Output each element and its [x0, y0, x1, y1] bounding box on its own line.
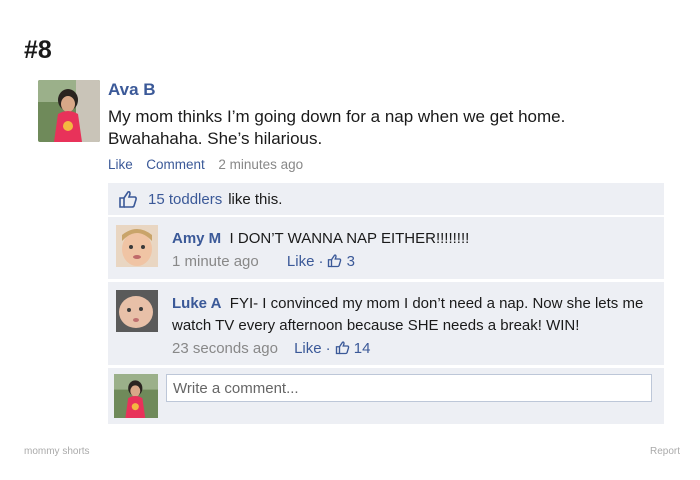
comment-timestamp[interactable]: 1 minute ago	[172, 253, 259, 270]
post-text: My mom thinks I’m going down for a nap w…	[108, 107, 566, 148]
post-author[interactable]: Ava B	[108, 80, 668, 100]
likes-count-link[interactable]: 15 toddlers	[148, 191, 222, 208]
post-timestamp[interactable]: 2 minutes ago	[218, 157, 303, 172]
comment-meta: 23 seconds ago Like · 14	[172, 340, 371, 357]
write-comment-row	[108, 368, 664, 424]
thumbs-up-icon	[118, 189, 138, 209]
avatar[interactable]	[116, 225, 158, 267]
comment-item: Luke A FYI- I convinced my mom I don’t n…	[108, 282, 664, 365]
comment-text: FYI- I convinced my mom I don’t need a n…	[172, 295, 644, 334]
likes-summary: 15 toddlers like this.	[108, 183, 664, 215]
thumbs-up-icon	[327, 253, 342, 270]
comment-text: I DON’T WANNA NAP EITHER!!!!!!!!	[229, 230, 470, 247]
footer-watermark: mommy shorts	[24, 446, 90, 457]
comment-like-link[interactable]: Like	[294, 340, 322, 357]
comment-author[interactable]: Amy M	[172, 230, 221, 247]
post-like-link[interactable]: Like	[108, 157, 133, 172]
comment-item: Amy M I DON’T WANNA NAP EITHER!!!!!!!! 1…	[108, 217, 664, 279]
avatar	[114, 374, 158, 418]
post-comment-link[interactable]: Comment	[146, 157, 205, 172]
comment-like-link[interactable]: Like	[287, 253, 315, 270]
comment-timestamp[interactable]: 23 seconds ago	[172, 340, 278, 357]
avatar[interactable]	[38, 80, 100, 142]
page-number: #8	[24, 36, 52, 64]
comment-like-count[interactable]: 3	[347, 253, 355, 270]
post-meta: Like Comment 2 minutes ago	[108, 157, 668, 172]
comment-input[interactable]	[166, 374, 652, 402]
thumbs-up-icon	[335, 340, 350, 357]
likes-suffix: like this.	[228, 190, 283, 208]
comment-like-count[interactable]: 14	[354, 340, 371, 357]
comment-author[interactable]: Luke A	[172, 295, 221, 312]
report-link[interactable]: Report	[650, 446, 680, 457]
comment-meta: 1 minute ago Like · 3	[172, 253, 355, 270]
avatar[interactable]	[116, 290, 158, 332]
